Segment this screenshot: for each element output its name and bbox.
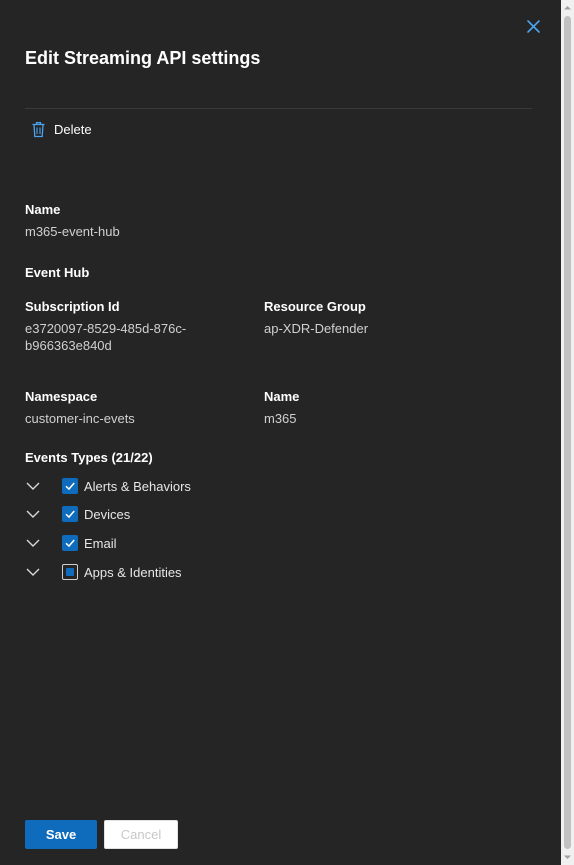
trash-icon [31,121,46,138]
scroll-up-icon[interactable] [563,3,572,12]
save-button[interactable]: Save [25,820,97,849]
resource-group-label: Resource Group [264,299,366,314]
event-hub-heading: Event Hub [25,265,90,280]
subscription-id-value-line2: b966363e840d [25,338,112,353]
event-checkbox[interactable] [62,506,78,522]
subscription-id-label: Subscription Id [25,299,120,314]
event-label: Apps & Identities [84,564,182,580]
name-value: m365-event-hub [25,224,120,239]
event-label: Devices [84,506,131,522]
hub-name-label: Name [264,389,300,404]
delete-label: Delete [54,121,92,137]
chevron-down-icon[interactable] [25,506,41,522]
chevron-down-icon[interactable] [25,535,41,551]
event-checkbox[interactable] [62,535,78,551]
event-type-row: Alerts & Behaviors [25,476,191,496]
checkmark-icon [65,482,75,491]
chevron-down-icon[interactable] [25,478,41,494]
event-label: Email [84,535,117,551]
scrollbar-thumb[interactable] [564,16,571,849]
checkmark-icon [65,539,75,548]
name-label: Name [25,202,61,217]
scroll-down-icon[interactable] [563,853,572,862]
namespace-label: Namespace [25,389,98,404]
resource-group-value: ap-XDR-Defender [264,321,369,336]
events-types-heading: Events Types (21/22) [25,450,153,465]
event-label: Alerts & Behaviors [84,478,191,494]
indeterminate-mark [66,568,74,576]
namespace-value: customer-inc-evets [25,411,135,426]
vertical-scrollbar[interactable] [561,0,574,865]
close-icon[interactable] [524,17,543,36]
delete-button[interactable]: Delete [31,119,92,139]
event-type-row: Devices [25,504,130,524]
divider [25,108,532,109]
event-type-row: Email [25,533,117,553]
event-checkbox-indeterminate[interactable] [62,564,78,580]
subscription-id-value-line1: e3720097-8529-485d-876c- [25,321,187,336]
hub-name-value: m365 [264,411,297,426]
event-type-row: Apps & Identities [25,562,182,582]
checkmark-icon [65,510,75,519]
edit-streaming-api-panel: Edit Streaming API settings Delete Name … [0,0,561,865]
event-checkbox[interactable] [62,478,78,494]
page-title: Edit Streaming API settings [25,48,261,68]
chevron-down-icon[interactable] [25,564,41,580]
cancel-button[interactable]: Cancel [104,820,178,849]
